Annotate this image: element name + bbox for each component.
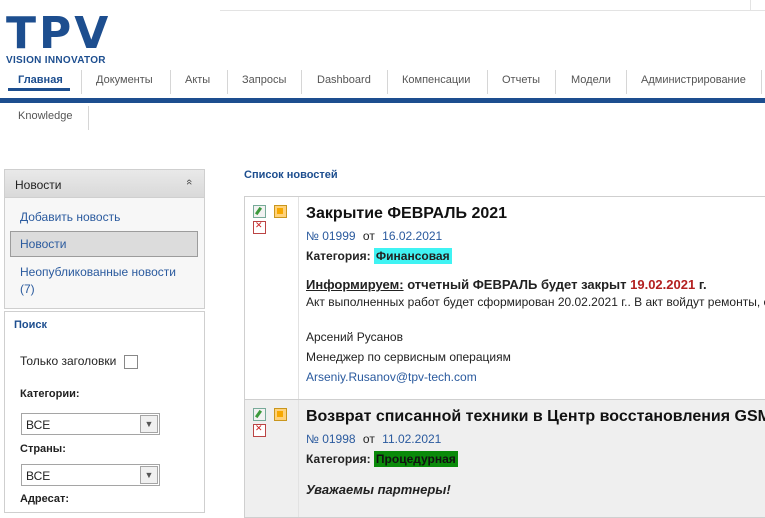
countries-value: ВСЕ <box>26 469 51 483</box>
news-item-actions <box>245 197 299 399</box>
edit-icon[interactable] <box>253 408 266 421</box>
news-title[interactable]: Возврат списанной техники в Центр восста… <box>306 408 765 426</box>
news-item-actions <box>245 400 299 517</box>
headlines-only-checkbox[interactable] <box>124 355 138 369</box>
nav-item-acts[interactable]: Акты <box>185 74 210 86</box>
signature-name: Арсений Русанов <box>306 330 403 344</box>
collapse-icon[interactable]: « <box>183 179 195 185</box>
tpv-logo[interactable]: TPV VISION INNOVATOR <box>6 8 112 67</box>
nav-item-dashboard[interactable]: Dashboard <box>317 74 371 86</box>
news-meta: № 01998 от 11.02.2021 <box>306 432 765 446</box>
inform-label: Информируем: <box>306 277 404 292</box>
categories-value: ВСЕ <box>26 418 51 432</box>
news-link-selected[interactable]: Новости <box>10 231 198 257</box>
active-tab-indicator <box>8 88 70 91</box>
act-text: Акт выполненных работ будет сформирован … <box>306 295 765 309</box>
nav-item-requests[interactable]: Запросы <box>242 74 286 86</box>
categories-label: Категории: <box>20 388 80 400</box>
news-number[interactable]: № 01999 <box>306 229 356 243</box>
add-news-link[interactable]: Добавить новость <box>20 210 120 224</box>
nav-separator <box>170 70 171 94</box>
nav-separator <box>761 70 762 94</box>
header-divider <box>220 10 765 11</box>
nav-item-documents[interactable]: Документы <box>96 74 153 86</box>
edit-icon[interactable] <box>253 205 266 218</box>
news-inform-line: Информируем: отчетный ФЕВРАЛЬ будет закр… <box>306 277 765 292</box>
category-badge: Финансовая <box>373 248 452 264</box>
nav-separator <box>626 70 627 94</box>
nav-separator <box>387 70 388 94</box>
news-title[interactable]: Закрытие ФЕВРАЛЬ 2021 <box>306 205 765 223</box>
category-badge: Процедурная <box>373 451 458 467</box>
news-date: 16.02.2021 <box>382 229 443 243</box>
new-icon <box>274 408 287 421</box>
search-title: Поиск <box>14 319 48 331</box>
new-icon <box>274 205 287 218</box>
delete-icon[interactable] <box>253 423 266 437</box>
logo-text: TPV <box>6 8 112 59</box>
news-panel: Новости « Добавить новость Новости Неопу… <box>4 169 205 309</box>
news-number[interactable]: № 01998 <box>306 432 356 446</box>
inform-date: 19.02.2021 <box>630 277 696 292</box>
chevron-down-icon[interactable]: ▼ <box>140 466 158 484</box>
countries-select[interactable]: ВСЕ ▼ <box>21 464 160 486</box>
nav-item-administration[interactable]: Администрирование <box>641 74 746 86</box>
nav-item-knowledge[interactable]: Knowledge <box>18 110 72 122</box>
news-from: от <box>362 432 375 446</box>
news-list: Закрытие ФЕВРАЛЬ 2021 № 01999 от 16.02.2… <box>244 196 765 518</box>
nav-separator <box>227 70 228 94</box>
nav-item-models[interactable]: Модели <box>571 74 611 86</box>
signature-email[interactable]: Arseniy.Rusanov@tpv-tech.com <box>306 370 765 384</box>
category-label: Категория: <box>306 452 371 466</box>
main-nav: Главная Документы Акты Запросы Dashboard… <box>0 68 765 96</box>
header-corner <box>750 0 765 10</box>
unpublished-news-link[interactable]: Неопубликованные новости (7) <box>20 264 190 298</box>
nav-separator <box>81 70 82 94</box>
nav-separator <box>487 70 488 94</box>
nav-item-reports[interactable]: Отчеты <box>502 74 540 86</box>
countries-label: Страны: <box>20 443 66 455</box>
chevron-down-icon[interactable]: ▼ <box>140 415 158 433</box>
category-label: Категория: <box>306 249 371 263</box>
categories-select[interactable]: ВСЕ ▼ <box>21 413 160 435</box>
delete-icon[interactable] <box>253 220 266 234</box>
news-link[interactable]: Новости <box>20 237 66 251</box>
nav-separator <box>555 70 556 94</box>
news-panel-title: Новости <box>15 178 62 192</box>
inform-text: отчетный ФЕВРАЛЬ будет закрыт <box>407 277 627 292</box>
news-category: Категория: Процедурная <box>306 451 765 467</box>
search-panel: Поиск Только заголовки Категории: ВСЕ ▼ … <box>4 311 205 513</box>
inform-suffix: г. <box>698 277 707 292</box>
news-panel-header[interactable]: Новости « <box>5 170 204 198</box>
recipient-label: Адресат: <box>20 493 70 505</box>
news-list-title: Список новостей <box>244 169 338 181</box>
sub-nav-separator <box>88 106 89 130</box>
nav-separator <box>301 70 302 94</box>
nav-item-home[interactable]: Главная <box>18 74 63 86</box>
news-date: 11.02.2021 <box>382 432 442 446</box>
nav-bar <box>0 98 765 103</box>
news-greeting: Уважаемы партнеры! <box>306 482 451 497</box>
news-item: Возврат списанной техники в Центр восста… <box>245 399 765 517</box>
news-meta: № 01999 от 16.02.2021 <box>306 229 765 243</box>
news-from: от <box>362 229 375 243</box>
logo-tagline: VISION INNOVATOR <box>6 55 106 66</box>
news-category: Категория: Финансовая <box>306 248 765 264</box>
nav-item-compensations[interactable]: Компенсации <box>402 74 470 86</box>
signature-role: Менеджер по сервисным операциям <box>306 350 511 364</box>
news-item: Закрытие ФЕВРАЛЬ 2021 № 01999 от 16.02.2… <box>245 197 765 399</box>
headlines-only-label: Только заголовки <box>20 354 117 368</box>
